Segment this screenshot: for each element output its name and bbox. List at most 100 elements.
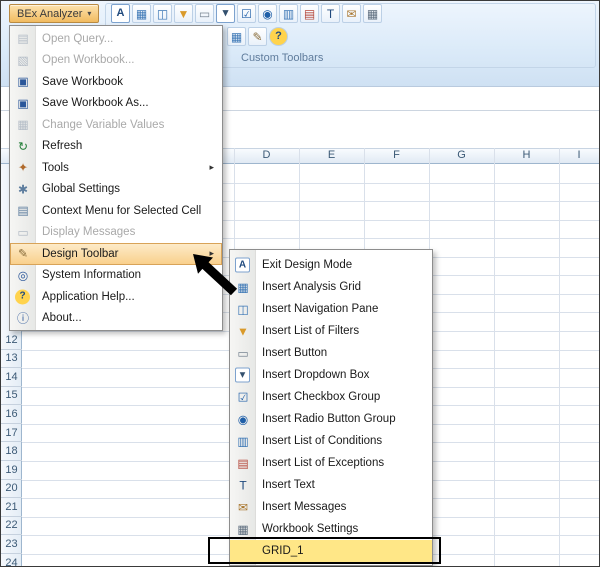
menu-item-global-settings[interactable]: ✱Global Settings <box>10 179 222 201</box>
menu-item-design-toolbar-label: Design Toolbar <box>42 248 203 260</box>
submenu-item-insert-analysis-grid-label: Insert Analysis Grid <box>262 281 424 293</box>
menu-item-tools[interactable]: ✦Tools▸ <box>10 157 222 179</box>
submenu-item-insert-list-of-exceptions-label: Insert List of Exceptions <box>262 457 424 469</box>
menu-item-save-workbook-as[interactable]: ▣Save Workbook As... <box>10 93 222 115</box>
row-header-19[interactable]: 19 <box>1 461 22 480</box>
save-workbook-as-icon: ▣ <box>14 95 32 112</box>
menu-item-save-workbook[interactable]: ▣Save Workbook <box>10 71 222 93</box>
bex-analyzer-menu-button[interactable]: BEx Analyzer ▾ <box>9 4 99 23</box>
insert-checkbox-group-icon[interactable]: ☑ <box>237 4 256 23</box>
insert-dropdown-box-icon[interactable]: ▾ <box>216 4 235 23</box>
menu-item-open-workbook-label: Open Workbook... <box>42 54 214 66</box>
submenu-item-exit-design-mode[interactable]: A Exit Design Mode <box>230 254 432 276</box>
row-header-14[interactable]: 14 <box>1 368 22 387</box>
bex-analyzer-screen: BEx Analyzer ▾ A▦◫▼▭▾☑◉▥▤T✉▦ ▦✎? Custom … <box>0 0 600 567</box>
menu-item-open-query-label: Open Query... <box>42 33 214 45</box>
menu-item-open-query: ▤Open Query... <box>10 28 222 50</box>
display-messages-icon: ▭ <box>14 224 32 241</box>
submenu-item-insert-list-of-conditions-label: Insert List of Conditions <box>262 435 424 447</box>
submenu-item-insert-radio-button-group[interactable]: ◉Insert Radio Button Group <box>230 408 432 430</box>
insert-list-of-filters-icon: ▼ <box>234 323 252 340</box>
insert-list-of-conditions-icon: ▥ <box>234 433 252 450</box>
row-header-12[interactable]: 12 <box>1 331 22 350</box>
submenu-arrow-icon: ▸ <box>209 248 214 259</box>
insert-messages-icon[interactable]: ✉ <box>342 4 361 23</box>
row-header-24[interactable]: 24 <box>1 554 22 567</box>
submenu-item-insert-navigation-pane[interactable]: ◫Insert Navigation Pane <box>230 298 432 320</box>
design-toolbar: A▦◫▼▭▾☑◉▥▤T✉▦ <box>111 4 382 23</box>
system-information-icon: ◎ <box>14 267 32 284</box>
submenu-item-insert-dropdown-box[interactable]: ▾Insert Dropdown Box <box>230 364 432 386</box>
insert-button-icon[interactable]: ▭ <box>195 4 214 23</box>
menu-item-about[interactable]: ⓘ About... <box>10 308 222 330</box>
column-header-e[interactable]: E <box>299 149 364 161</box>
insert-checkbox-group-icon: ☑ <box>234 389 252 406</box>
global-settings-icon: ✱ <box>14 181 32 198</box>
submenu-item-insert-text[interactable]: TInsert Text <box>230 474 432 496</box>
menu-item-tools-label: Tools <box>42 162 203 174</box>
menu-item-display-messages-label: Display Messages <box>42 226 214 238</box>
column-header-g[interactable]: G <box>429 149 494 161</box>
submenu-item-insert-messages[interactable]: ✉Insert Messages <box>230 496 432 518</box>
menu-items: ▤Open Query...▧Open Workbook...▣Save Wor… <box>10 26 222 331</box>
submenu-arrow-icon: ▸ <box>209 162 214 173</box>
workbook-settings-icon[interactable]: ▦ <box>363 4 382 23</box>
insert-text-icon[interactable]: T <box>321 4 340 23</box>
insert-analysis-grid-icon[interactable]: ▦ <box>132 4 151 23</box>
row-header-23[interactable]: 23 <box>1 535 22 554</box>
menu-item-display-messages: ▭ Display Messages <box>10 222 222 244</box>
submenu-item-insert-button[interactable]: ▭Insert Button <box>230 342 432 364</box>
formatting-pen-icon[interactable]: ✎ <box>248 27 267 46</box>
design-toolbar-submenu: AExit Design Mode▦Insert Analysis Grid◫I… <box>229 249 433 566</box>
menu-item-context-menu-for-selected-cell-label: Context Menu for Selected Cell <box>42 205 214 217</box>
menu-item-system-information[interactable]: ◎ System Information <box>10 265 222 287</box>
insert-radio-button-group-icon[interactable]: ◉ <box>258 4 277 23</box>
row-header-22[interactable]: 22 <box>1 517 22 536</box>
submenu-items: AExit Design Mode▦Insert Analysis Grid◫I… <box>230 250 432 562</box>
submenu-item-exit-design-mode-label: Exit Design Mode <box>262 259 424 271</box>
menu-item-system-information-label: System Information <box>42 269 214 281</box>
submenu-item-insert-list-of-conditions[interactable]: ▥ Insert List of Conditions <box>230 430 432 452</box>
insert-navigation-pane-icon: ◫ <box>234 301 252 318</box>
menu-item-design-toolbar[interactable]: ✎Design Toolbar▸ <box>10 243 222 265</box>
row-header-16[interactable]: 16 <box>1 405 22 424</box>
analysis-grid-icon[interactable]: ▦ <box>227 27 246 46</box>
grid-line-vertical <box>559 148 560 566</box>
row-header-20[interactable]: 20 <box>1 480 22 499</box>
insert-list-of-exceptions-icon[interactable]: ▤ <box>300 4 319 23</box>
exit-design-mode-icon: A <box>235 258 250 273</box>
column-header-i[interactable]: I <box>559 149 599 161</box>
exit-design-mode-icon[interactable]: A <box>111 4 130 23</box>
insert-list-of-conditions-icon[interactable]: ▥ <box>279 4 298 23</box>
application-help-icon: ? <box>15 289 30 304</box>
insert-navigation-pane-icon[interactable]: ◫ <box>153 4 172 23</box>
about-icon: ⓘ <box>14 310 32 327</box>
submenu-item-insert-list-of-filters[interactable]: ▼ Insert List of Filters <box>230 320 432 342</box>
insert-list-of-filters-icon[interactable]: ▼ <box>174 4 193 23</box>
menu-item-context-menu-for-selected-cell[interactable]: ▤Context Menu for Selected Cell <box>10 200 222 222</box>
submenu-item-insert-dropdown-box-label: Insert Dropdown Box <box>262 369 424 381</box>
menu-item-about-label: About... <box>42 312 214 324</box>
insert-messages-icon: ✉ <box>234 499 252 516</box>
column-header-h[interactable]: H <box>494 149 559 161</box>
menu-item-open-workbook: ▧Open Workbook... <box>10 50 222 72</box>
submenu-item-insert-list-of-filters-label: Insert List of Filters <box>262 325 424 337</box>
row-header-18[interactable]: 18 <box>1 442 22 461</box>
help-icon[interactable]: ? <box>269 27 288 46</box>
column-header-f[interactable]: F <box>364 149 429 161</box>
menu-item-change-variable-values-label: Change Variable Values <box>42 119 214 131</box>
chevron-down-icon: ▾ <box>87 9 91 18</box>
submenu-item-insert-list-of-exceptions[interactable]: ▤Insert List of Exceptions <box>230 452 432 474</box>
column-header-d[interactable]: D <box>234 149 299 161</box>
insert-radio-button-group-icon: ◉ <box>234 411 252 428</box>
menu-item-refresh[interactable]: ↻Refresh <box>10 136 222 158</box>
submenu-item-insert-checkbox-group[interactable]: ☑Insert Checkbox Group <box>230 386 432 408</box>
submenu-item-insert-analysis-grid[interactable]: ▦Insert Analysis Grid <box>230 276 432 298</box>
row-header-15[interactable]: 15 <box>1 387 22 406</box>
analysis-toolbar: ▦✎? <box>227 27 288 46</box>
insert-text-icon: T <box>234 477 252 494</box>
menu-item-application-help[interactable]: ?Application Help... <box>10 286 222 308</box>
row-header-17[interactable]: 17 <box>1 424 22 443</box>
row-header-21[interactable]: 21 <box>1 498 22 517</box>
row-header-13[interactable]: 13 <box>1 350 22 369</box>
